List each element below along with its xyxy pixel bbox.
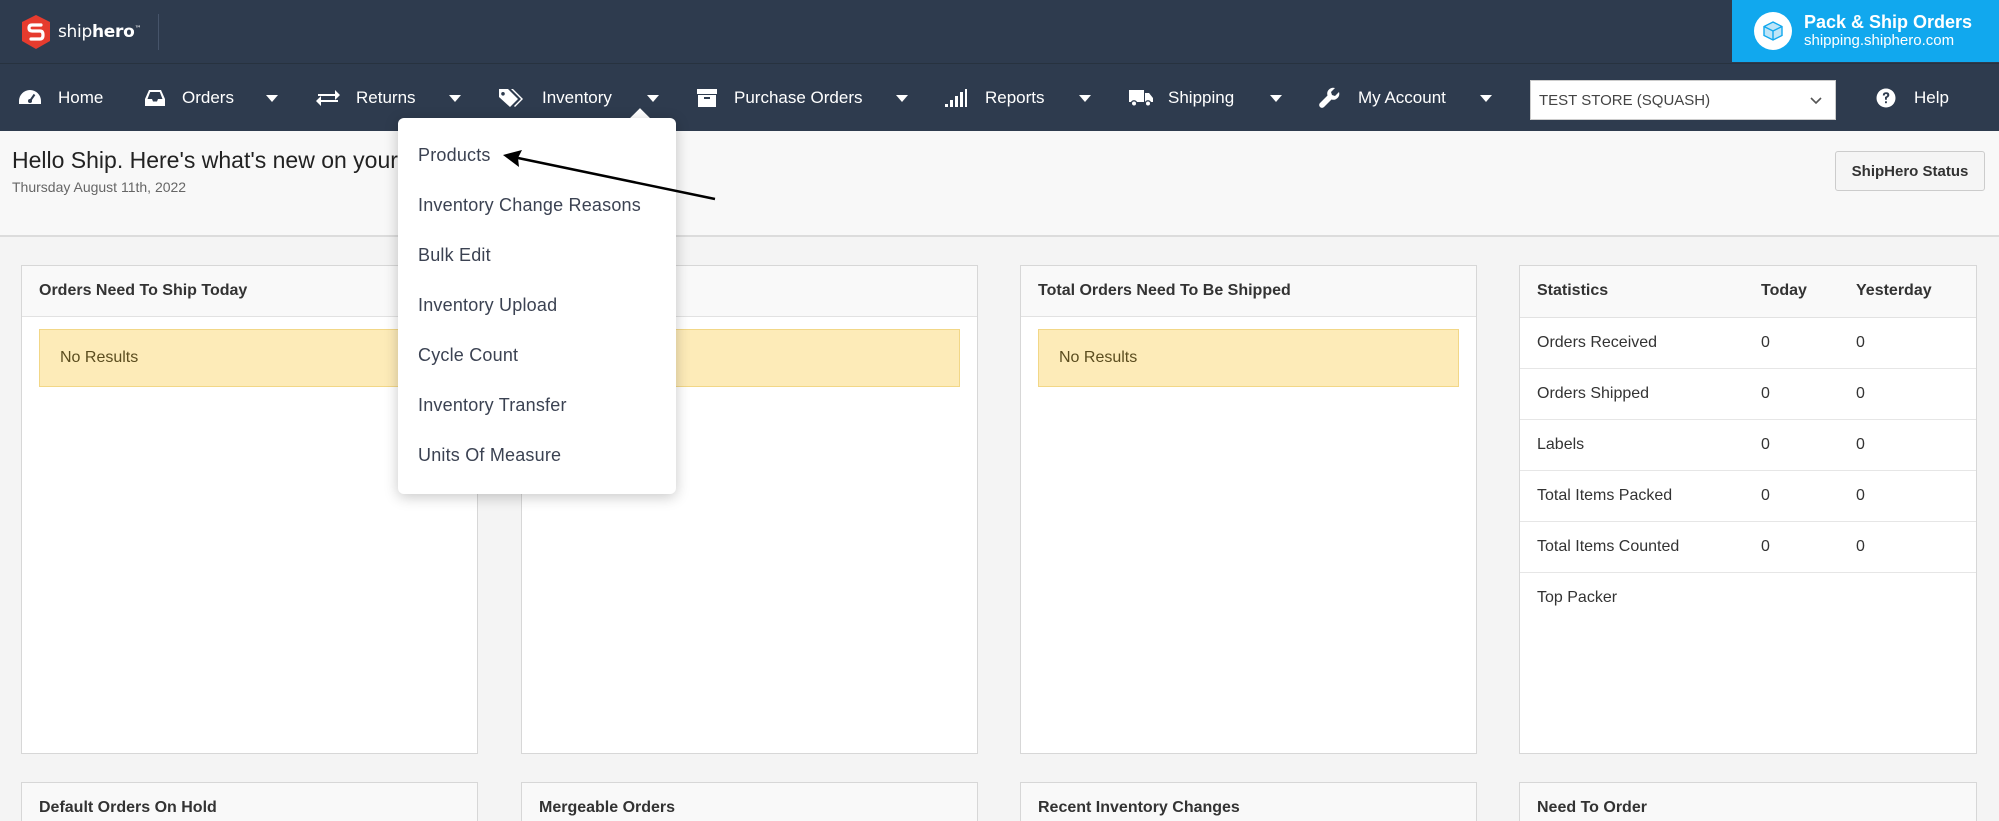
greeting-text: Hello Ship. Here's what's new on your — [12, 147, 398, 173]
stats-today: 0 — [1741, 470, 1839, 522]
nav-inventory-label: Inventory — [542, 88, 612, 107]
chevron-down-icon — [1810, 97, 1822, 105]
default-orders-hold-panel: Default Orders On Hold — [21, 782, 478, 821]
truck-icon — [1129, 90, 1153, 107]
nav-home-label: Home — [58, 88, 104, 107]
no-results-alert: No Results — [1038, 329, 1459, 387]
signal-icon — [945, 89, 967, 107]
table-row: Orders Received 0 0 — [1520, 317, 1976, 369]
nav-my-account-label: My Account — [1358, 88, 1446, 107]
nav-orders-label: Orders — [182, 88, 234, 107]
stats-today: 0 — [1741, 419, 1839, 471]
current-date: Thursday August 11th, 2022 — [12, 179, 187, 195]
nav-shipping-label: Shipping — [1168, 88, 1235, 107]
stats-label: Total Items Counted — [1520, 521, 1741, 573]
store-select[interactable]: TEST STORE (SQUASH) — [1530, 80, 1836, 120]
statistics-panel: Statistics Today Yesterday Orders Receiv… — [1519, 265, 1977, 754]
shiphero-shield-icon — [22, 15, 50, 49]
menu-item-inventory-upload[interactable]: Inventory Upload — [418, 295, 557, 316]
nav-help[interactable]: Help — [1876, 64, 1949, 132]
table-row: Total Items Counted 0 0 — [1520, 521, 1976, 573]
menu-item-bulk-edit[interactable]: Bulk Edit — [418, 245, 491, 266]
nav-purchase-orders-caret-icon[interactable] — [896, 95, 908, 102]
question-circle-icon — [1876, 88, 1896, 108]
stats-label: Orders Received — [1520, 317, 1741, 369]
exchange-icon — [316, 90, 340, 106]
stats-yesterday: 0 — [1839, 470, 1976, 522]
no-results-alert: No Results — [39, 329, 460, 387]
table-row: Labels 0 0 — [1520, 419, 1976, 471]
wrench-icon — [1319, 87, 1340, 108]
panel-title: Default Orders On Hold — [22, 783, 477, 821]
box-icon — [1754, 12, 1792, 50]
stats-yesterday: 0 — [1839, 521, 1976, 573]
brand-name: shiphero™ — [58, 22, 142, 42]
nav-orders-caret-icon[interactable] — [266, 95, 278, 102]
inbox-icon — [145, 90, 165, 106]
nav-returns-label: Returns — [356, 88, 416, 107]
nav-shipping-caret-icon[interactable] — [1270, 95, 1282, 102]
stats-header-today: Today — [1741, 266, 1839, 318]
logo-divider — [158, 14, 159, 50]
store-select-value: TEST STORE (SQUASH) — [1539, 91, 1711, 109]
stats-today: 0 — [1741, 521, 1839, 573]
pack-ship-title: Pack & Ship Orders — [1804, 12, 1973, 32]
stats-yesterday: 0 — [1839, 317, 1976, 369]
menu-item-units-of-measure[interactable]: Units Of Measure — [418, 445, 561, 466]
nav-home[interactable]: Home — [18, 64, 103, 132]
shiphero-status-button[interactable]: ShipHero Status — [1835, 151, 1985, 191]
main-nav: Home Orders Returns Inventory Purchase O… — [0, 63, 1999, 131]
nav-reports-label: Reports — [985, 88, 1045, 107]
top-packer-label: Top Packer — [1537, 588, 1618, 606]
stats-today: 0 — [1741, 368, 1839, 420]
total-orders-panel: Total Orders Need To Be Shipped No Resul… — [1020, 265, 1477, 754]
panel-title: Total Orders Need To Be Shipped — [1021, 266, 1476, 317]
nav-my-account-caret-icon[interactable] — [1480, 95, 1492, 102]
nav-purchase-orders-label: Purchase Orders — [734, 88, 863, 107]
statistics-table: Statistics Today Yesterday Orders Receiv… — [1520, 266, 1976, 623]
inventory-dropdown-menu: Products Inventory Change Reasons Bulk E… — [398, 118, 676, 494]
stats-label: Orders Shipped — [1520, 368, 1741, 420]
menu-item-products[interactable]: Products — [418, 145, 491, 166]
stats-yesterday: 0 — [1839, 368, 1976, 420]
nav-reports-caret-icon[interactable] — [1079, 95, 1091, 102]
menu-item-inventory-transfer[interactable]: Inventory Transfer — [418, 395, 567, 416]
nav-purchase-orders[interactable]: Purchase Orders — [697, 64, 863, 132]
recent-inventory-changes-panel: Recent Inventory Changes — [1020, 782, 1477, 821]
stats-today: 0 — [1741, 317, 1839, 369]
stats-yesterday: 0 — [1839, 419, 1976, 471]
stats-label: Labels — [1520, 419, 1741, 471]
mergeable-orders-panel: Mergeable Orders — [521, 782, 978, 821]
nav-inventory-caret-icon[interactable] — [647, 95, 659, 102]
pack-ship-orders-button[interactable]: Pack & Ship Orders shipping.shiphero.com — [1732, 0, 1999, 62]
nav-reports[interactable]: Reports — [945, 64, 1045, 132]
table-row: Top Packer — [1520, 572, 1976, 623]
archive-icon — [697, 89, 717, 107]
stats-header-yesterday: Yesterday — [1839, 266, 1976, 318]
panel-title: Recent Inventory Changes — [1021, 783, 1476, 821]
stats-header-statistics: Statistics — [1520, 266, 1741, 318]
nav-returns-caret-icon[interactable] — [449, 95, 461, 102]
menu-item-cycle-count[interactable]: Cycle Count — [418, 345, 518, 366]
nav-my-account[interactable]: My Account — [1319, 64, 1446, 132]
welcome-header: Hello Ship. Here's what's new on your Th… — [0, 131, 1999, 237]
nav-shipping[interactable]: Shipping — [1129, 64, 1234, 132]
menu-item-inventory-change-reasons[interactable]: Inventory Change Reasons — [418, 195, 641, 216]
nav-help-label: Help — [1914, 88, 1949, 107]
pack-ship-subtitle: shipping.shiphero.com — [1804, 32, 1955, 49]
panel-title: Need To Order — [1520, 783, 1976, 821]
table-row: Orders Shipped 0 0 — [1520, 368, 1976, 420]
dashboard-icon — [19, 90, 41, 104]
need-to-order-panel: Need To Order — [1519, 782, 1977, 821]
top-bar: shiphero™ Pack & Ship Orders shipping.sh… — [0, 0, 1999, 63]
table-row: Total Items Packed 0 0 — [1520, 470, 1976, 522]
panel-title: Mergeable Orders — [522, 783, 977, 821]
tags-icon — [499, 89, 523, 107]
nav-orders[interactable]: Orders — [145, 64, 234, 132]
shiphero-logo[interactable]: shiphero™ — [20, 14, 141, 50]
stats-label: Total Items Packed — [1520, 470, 1741, 522]
